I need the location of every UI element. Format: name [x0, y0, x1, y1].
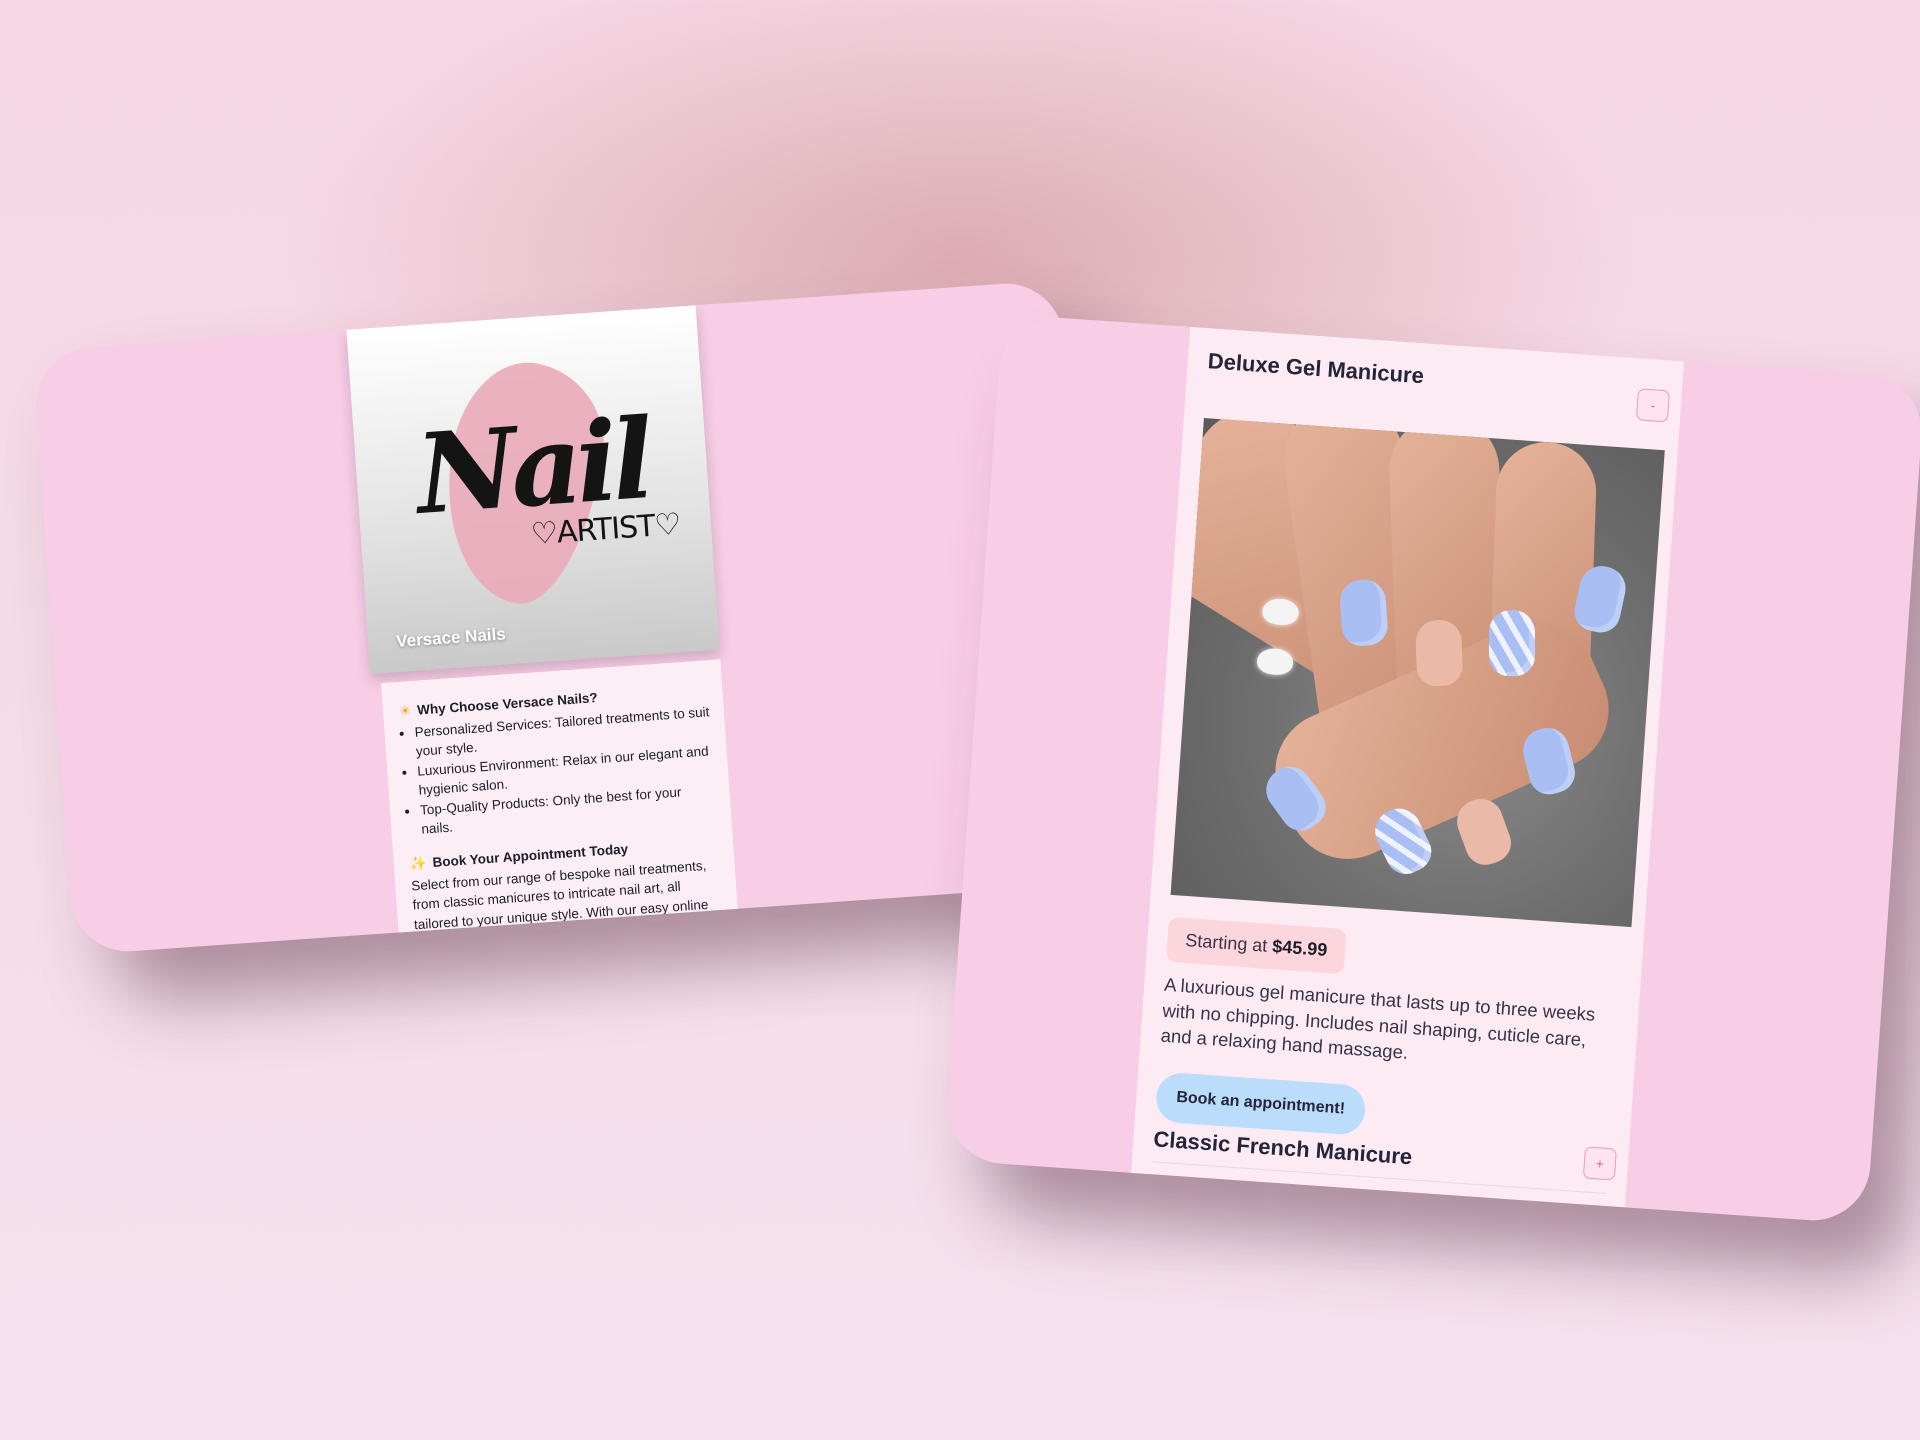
- brand-hero-card[interactable]: Nail ♡ARTIST♡ Versace Nails: [346, 305, 720, 674]
- nail-nude: [1414, 619, 1464, 687]
- nail-swirl: [1488, 610, 1535, 677]
- benefits-list: Personalized Services: Tailored treatmen…: [400, 702, 717, 841]
- service-description: A luxurious gel manicure that lasts up t…: [1160, 973, 1596, 1063]
- price-badge: Starting at $45.99: [1165, 916, 1347, 975]
- sparkle-icon: ✨: [409, 855, 428, 872]
- sun-icon: ☀: [398, 703, 412, 719]
- book-appointment-button[interactable]: Book an appointment!: [1154, 1071, 1367, 1136]
- expand-button[interactable]: +: [1582, 1146, 1617, 1181]
- service-title[interactable]: Deluxe Gel Manicure: [1207, 348, 1425, 389]
- service-photo: [1170, 418, 1665, 928]
- home-panel: Nail ♡ARTIST♡ Versace Nails ☀ Why Choose …: [32, 279, 1102, 956]
- info-card: ☀Why Choose Versace Nails? Personalized …: [381, 659, 740, 955]
- services-panel: Deluxe Gel Manicure - Starting at $45.99…: [943, 313, 1920, 1225]
- nail-blue: [1338, 578, 1389, 648]
- services-accordion: Deluxe Gel Manicure - Starting at $45.99…: [1131, 326, 1685, 1208]
- brand-caption: Versace Nails: [395, 624, 507, 651]
- collapse-button[interactable]: -: [1635, 388, 1670, 423]
